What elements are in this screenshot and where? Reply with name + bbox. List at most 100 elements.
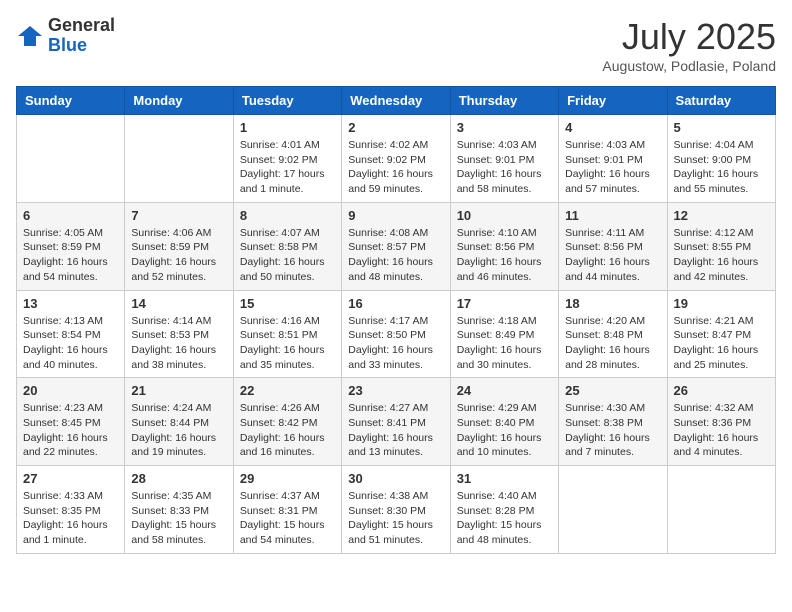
day-info: Sunrise: 4:27 AM Sunset: 8:41 PM Dayligh…: [348, 401, 443, 460]
day-number: 8: [240, 208, 335, 223]
calendar-cell: 29 Sunrise: 4:37 AM Sunset: 8:31 PM Dayli…: [233, 466, 341, 554]
day-info: Sunrise: 4:26 AM Sunset: 8:42 PM Dayligh…: [240, 401, 335, 460]
calendar-cell: 28Sunrise: 4:35 AM Sunset: 8:33 PM Dayli…: [125, 466, 233, 554]
calendar-week-row: 1 Sunrise: 4:01 AM Sunset: 9:02 PM Daylig…: [17, 115, 776, 203]
weekday-header-saturday: Saturday: [667, 87, 775, 115]
weekday-header-sunday: Sunday: [17, 87, 125, 115]
day-number: 3: [457, 120, 552, 135]
calendar-cell: 16 Sunrise: 4:17 AM Sunset: 8:50 PM Dayli…: [342, 290, 450, 378]
day-number: 24: [457, 383, 552, 398]
day-info: Sunrise: 4:40 AM Sunset: 8:28 PM Dayligh…: [457, 489, 552, 548]
calendar-cell: 13Sunrise: 4:13 AM Sunset: 8:54 PM Dayli…: [17, 290, 125, 378]
day-number: 15: [240, 296, 335, 311]
day-number: 10: [457, 208, 552, 223]
calendar-cell: 17Sunrise: 4:18 AM Sunset: 8:49 PM Dayli…: [450, 290, 558, 378]
calendar-cell: 30 Sunrise: 4:38 AM Sunset: 8:30 PM Dayli…: [342, 466, 450, 554]
calendar-cell: 11 Sunrise: 4:11 AM Sunset: 8:56 PM Dayli…: [559, 202, 667, 290]
calendar-cell: 20 Sunrise: 4:23 AM Sunset: 8:45 PM Dayli…: [17, 378, 125, 466]
day-info: Sunrise: 4:07 AM Sunset: 8:58 PM Dayligh…: [240, 226, 335, 285]
day-info: Sunrise: 4:16 AM Sunset: 8:51 PM Dayligh…: [240, 314, 335, 373]
calendar-cell: [667, 466, 775, 554]
day-info: Sunrise: 4:01 AM Sunset: 9:02 PM Dayligh…: [240, 138, 335, 197]
calendar-cell: [125, 115, 233, 203]
day-info: Sunrise: 4:17 AM Sunset: 8:50 PM Dayligh…: [348, 314, 443, 373]
calendar-cell: 27 Sunrise: 4:33 AM Sunset: 8:35 PM Dayli…: [17, 466, 125, 554]
day-number: 11: [565, 208, 660, 223]
day-info: Sunrise: 4:24 AM Sunset: 8:44 PM Dayligh…: [131, 401, 226, 460]
logo-icon: [16, 22, 44, 50]
calendar-cell: 23 Sunrise: 4:27 AM Sunset: 8:41 PM Dayli…: [342, 378, 450, 466]
calendar-cell: 18 Sunrise: 4:20 AM Sunset: 8:48 PM Dayli…: [559, 290, 667, 378]
day-number: 4: [565, 120, 660, 135]
calendar-table: SundayMondayTuesdayWednesdayThursdayFrid…: [16, 86, 776, 554]
weekday-header-monday: Monday: [125, 87, 233, 115]
weekday-header-tuesday: Tuesday: [233, 87, 341, 115]
title-block: July 2025 Augustow, Podlasie, Poland: [602, 16, 776, 74]
calendar-cell: 26Sunrise: 4:32 AM Sunset: 8:36 PM Dayli…: [667, 378, 775, 466]
logo-general-text: General: [48, 16, 115, 36]
calendar-cell: 14Sunrise: 4:14 AM Sunset: 8:53 PM Dayli…: [125, 290, 233, 378]
day-number: 25: [565, 383, 660, 398]
page-header: General Blue July 2025 Augustow, Podlasi…: [16, 16, 776, 74]
calendar-week-row: 20 Sunrise: 4:23 AM Sunset: 8:45 PM Dayli…: [17, 378, 776, 466]
day-number: 30: [348, 471, 443, 486]
day-number: 16: [348, 296, 443, 311]
calendar-cell: 15 Sunrise: 4:16 AM Sunset: 8:51 PM Dayli…: [233, 290, 341, 378]
day-info: Sunrise: 4:35 AM Sunset: 8:33 PM Dayligh…: [131, 489, 226, 548]
day-number: 12: [674, 208, 769, 223]
calendar-cell: 1 Sunrise: 4:01 AM Sunset: 9:02 PM Daylig…: [233, 115, 341, 203]
day-number: 29: [240, 471, 335, 486]
day-number: 5: [674, 120, 769, 135]
day-number: 13: [23, 296, 118, 311]
day-info: Sunrise: 4:04 AM Sunset: 9:00 PM Dayligh…: [674, 138, 769, 197]
day-info: Sunrise: 4:23 AM Sunset: 8:45 PM Dayligh…: [23, 401, 118, 460]
day-info: Sunrise: 4:08 AM Sunset: 8:57 PM Dayligh…: [348, 226, 443, 285]
month-title: July 2025: [602, 16, 776, 58]
calendar-cell: 7Sunrise: 4:06 AM Sunset: 8:59 PM Daylig…: [125, 202, 233, 290]
weekday-header-friday: Friday: [559, 87, 667, 115]
day-number: 6: [23, 208, 118, 223]
calendar-week-row: 27 Sunrise: 4:33 AM Sunset: 8:35 PM Dayli…: [17, 466, 776, 554]
calendar-cell: 21 Sunrise: 4:24 AM Sunset: 8:44 PM Dayli…: [125, 378, 233, 466]
calendar-cell: 31Sunrise: 4:40 AM Sunset: 8:28 PM Dayli…: [450, 466, 558, 554]
weekday-header-thursday: Thursday: [450, 87, 558, 115]
day-info: Sunrise: 4:38 AM Sunset: 8:30 PM Dayligh…: [348, 489, 443, 548]
logo-blue-text: Blue: [48, 36, 115, 56]
calendar-cell: 2 Sunrise: 4:02 AM Sunset: 9:02 PM Daylig…: [342, 115, 450, 203]
calendar-cell: 3 Sunrise: 4:03 AM Sunset: 9:01 PM Daylig…: [450, 115, 558, 203]
calendar-cell: [559, 466, 667, 554]
day-number: 18: [565, 296, 660, 311]
day-info: Sunrise: 4:11 AM Sunset: 8:56 PM Dayligh…: [565, 226, 660, 285]
day-info: Sunrise: 4:02 AM Sunset: 9:02 PM Dayligh…: [348, 138, 443, 197]
calendar-cell: 9 Sunrise: 4:08 AM Sunset: 8:57 PM Daylig…: [342, 202, 450, 290]
day-number: 1: [240, 120, 335, 135]
day-info: Sunrise: 4:20 AM Sunset: 8:48 PM Dayligh…: [565, 314, 660, 373]
day-info: Sunrise: 4:03 AM Sunset: 9:01 PM Dayligh…: [565, 138, 660, 197]
day-number: 27: [23, 471, 118, 486]
day-info: Sunrise: 4:10 AM Sunset: 8:56 PM Dayligh…: [457, 226, 552, 285]
day-number: 21: [131, 383, 226, 398]
day-number: 17: [457, 296, 552, 311]
day-info: Sunrise: 4:05 AM Sunset: 8:59 PM Dayligh…: [23, 226, 118, 285]
calendar-cell: 6 Sunrise: 4:05 AM Sunset: 8:59 PM Daylig…: [17, 202, 125, 290]
location-title: Augustow, Podlasie, Poland: [602, 58, 776, 74]
day-number: 20: [23, 383, 118, 398]
calendar-cell: 8 Sunrise: 4:07 AM Sunset: 8:58 PM Daylig…: [233, 202, 341, 290]
calendar-cell: [17, 115, 125, 203]
calendar-cell: 22 Sunrise: 4:26 AM Sunset: 8:42 PM Dayli…: [233, 378, 341, 466]
day-number: 9: [348, 208, 443, 223]
day-number: 22: [240, 383, 335, 398]
calendar-cell: 12Sunrise: 4:12 AM Sunset: 8:55 PM Dayli…: [667, 202, 775, 290]
calendar-cell: 10 Sunrise: 4:10 AM Sunset: 8:56 PM Dayli…: [450, 202, 558, 290]
day-info: Sunrise: 4:29 AM Sunset: 8:40 PM Dayligh…: [457, 401, 552, 460]
day-number: 2: [348, 120, 443, 135]
calendar-cell: 25 Sunrise: 4:30 AM Sunset: 8:38 PM Dayli…: [559, 378, 667, 466]
logo: General Blue: [16, 16, 115, 56]
logo-text: General Blue: [48, 16, 115, 56]
day-info: Sunrise: 4:30 AM Sunset: 8:38 PM Dayligh…: [565, 401, 660, 460]
calendar-cell: 24 Sunrise: 4:29 AM Sunset: 8:40 PM Dayli…: [450, 378, 558, 466]
day-number: 23: [348, 383, 443, 398]
day-info: Sunrise: 4:33 AM Sunset: 8:35 PM Dayligh…: [23, 489, 118, 548]
day-info: Sunrise: 4:37 AM Sunset: 8:31 PM Dayligh…: [240, 489, 335, 548]
day-info: Sunrise: 4:03 AM Sunset: 9:01 PM Dayligh…: [457, 138, 552, 197]
